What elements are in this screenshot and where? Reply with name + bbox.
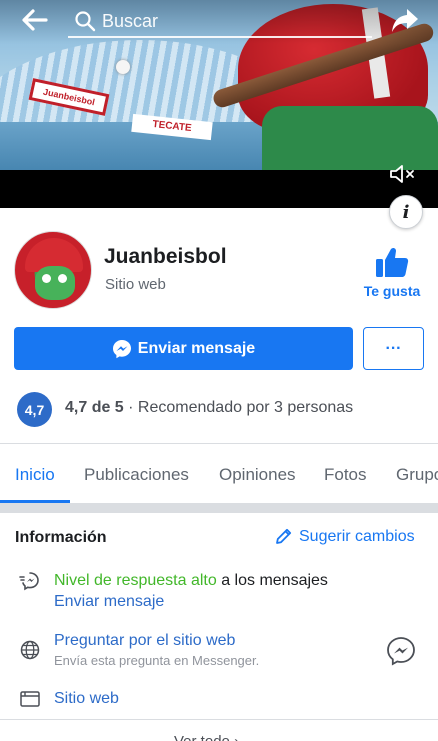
- baseball: [116, 60, 130, 74]
- messenger-fast-icon: [19, 572, 39, 591]
- page-category: Sitio web: [105, 276, 166, 293]
- like-button[interactable]: Te gusta: [358, 246, 426, 306]
- divider: [0, 719, 438, 720]
- video-bar: [0, 170, 438, 208]
- pencil-icon: [276, 528, 292, 544]
- rating-text[interactable]: 4,7 de 5 · Recomendado por 3 personas: [65, 399, 353, 417]
- messenger-icon[interactable]: [386, 636, 416, 666]
- see-all-link[interactable]: Ver todo ›: [174, 733, 239, 741]
- section-separator: [0, 503, 438, 513]
- search-input[interactable]: [102, 8, 362, 34]
- rating-badge: 4,7: [17, 392, 52, 427]
- send-message-label: Enviar mensaje: [137, 339, 256, 357]
- rating-score: 4,7 de 5: [65, 399, 124, 416]
- like-label: Te gusta: [363, 283, 421, 299]
- share-icon[interactable]: [390, 6, 420, 34]
- info-section-title: Información: [15, 529, 107, 546]
- ask-website-link[interactable]: Preguntar por el sitio web: [54, 632, 235, 650]
- browser-window-icon: [20, 691, 40, 707]
- avatar-eye-left: [42, 274, 51, 283]
- tab-grupos[interactable]: Grupos: [396, 465, 438, 485]
- avatar-eye-right: [58, 274, 67, 283]
- back-arrow-icon[interactable]: [20, 8, 48, 32]
- send-message-link[interactable]: Enviar mensaje: [54, 593, 164, 611]
- avatar[interactable]: [14, 231, 92, 309]
- more-options-button[interactable]: ···: [363, 327, 424, 370]
- info-button[interactable]: i: [389, 195, 423, 229]
- search-icon: [75, 11, 96, 32]
- suggest-changes-label: Sugerir cambios: [299, 527, 415, 545]
- send-message-button[interactable]: Enviar mensaje: [14, 327, 353, 370]
- search-bar[interactable]: [68, 6, 372, 38]
- website-link[interactable]: Sitio web: [54, 690, 119, 708]
- chevron-right-icon: ›: [234, 733, 239, 741]
- response-rate: Nivel de respuesta alto a los mensajes: [54, 572, 328, 590]
- messenger-icon: [112, 339, 131, 358]
- response-rate-highlight: Nivel de respuesta alto: [54, 572, 217, 589]
- tab-opiniones[interactable]: Opiniones: [219, 465, 296, 485]
- tab-publicaciones[interactable]: Publicaciones: [84, 465, 189, 485]
- mascot-body: [262, 106, 438, 170]
- thumbs-up-icon: [376, 247, 409, 277]
- globe-icon: [20, 640, 40, 660]
- response-rate-rest: a los mensajes: [216, 572, 328, 589]
- suggest-changes-button[interactable]: Sugerir cambios: [274, 527, 415, 546]
- tab-inicio[interactable]: Inicio: [15, 465, 55, 485]
- avatar-face: [35, 266, 75, 300]
- page-tabs: Inicio Publicaciones Opiniones Fotos Gru…: [0, 444, 438, 504]
- tab-fotos[interactable]: Fotos: [324, 465, 367, 485]
- page-title: Juanbeisbol: [104, 245, 227, 268]
- see-all-label: Ver todo: [174, 733, 230, 741]
- rating-recommend: · Recomendado por 3 personas: [123, 399, 354, 416]
- ask-website-subtitle: Envía esta pregunta en Messenger.: [54, 653, 260, 668]
- mute-icon[interactable]: [388, 163, 416, 185]
